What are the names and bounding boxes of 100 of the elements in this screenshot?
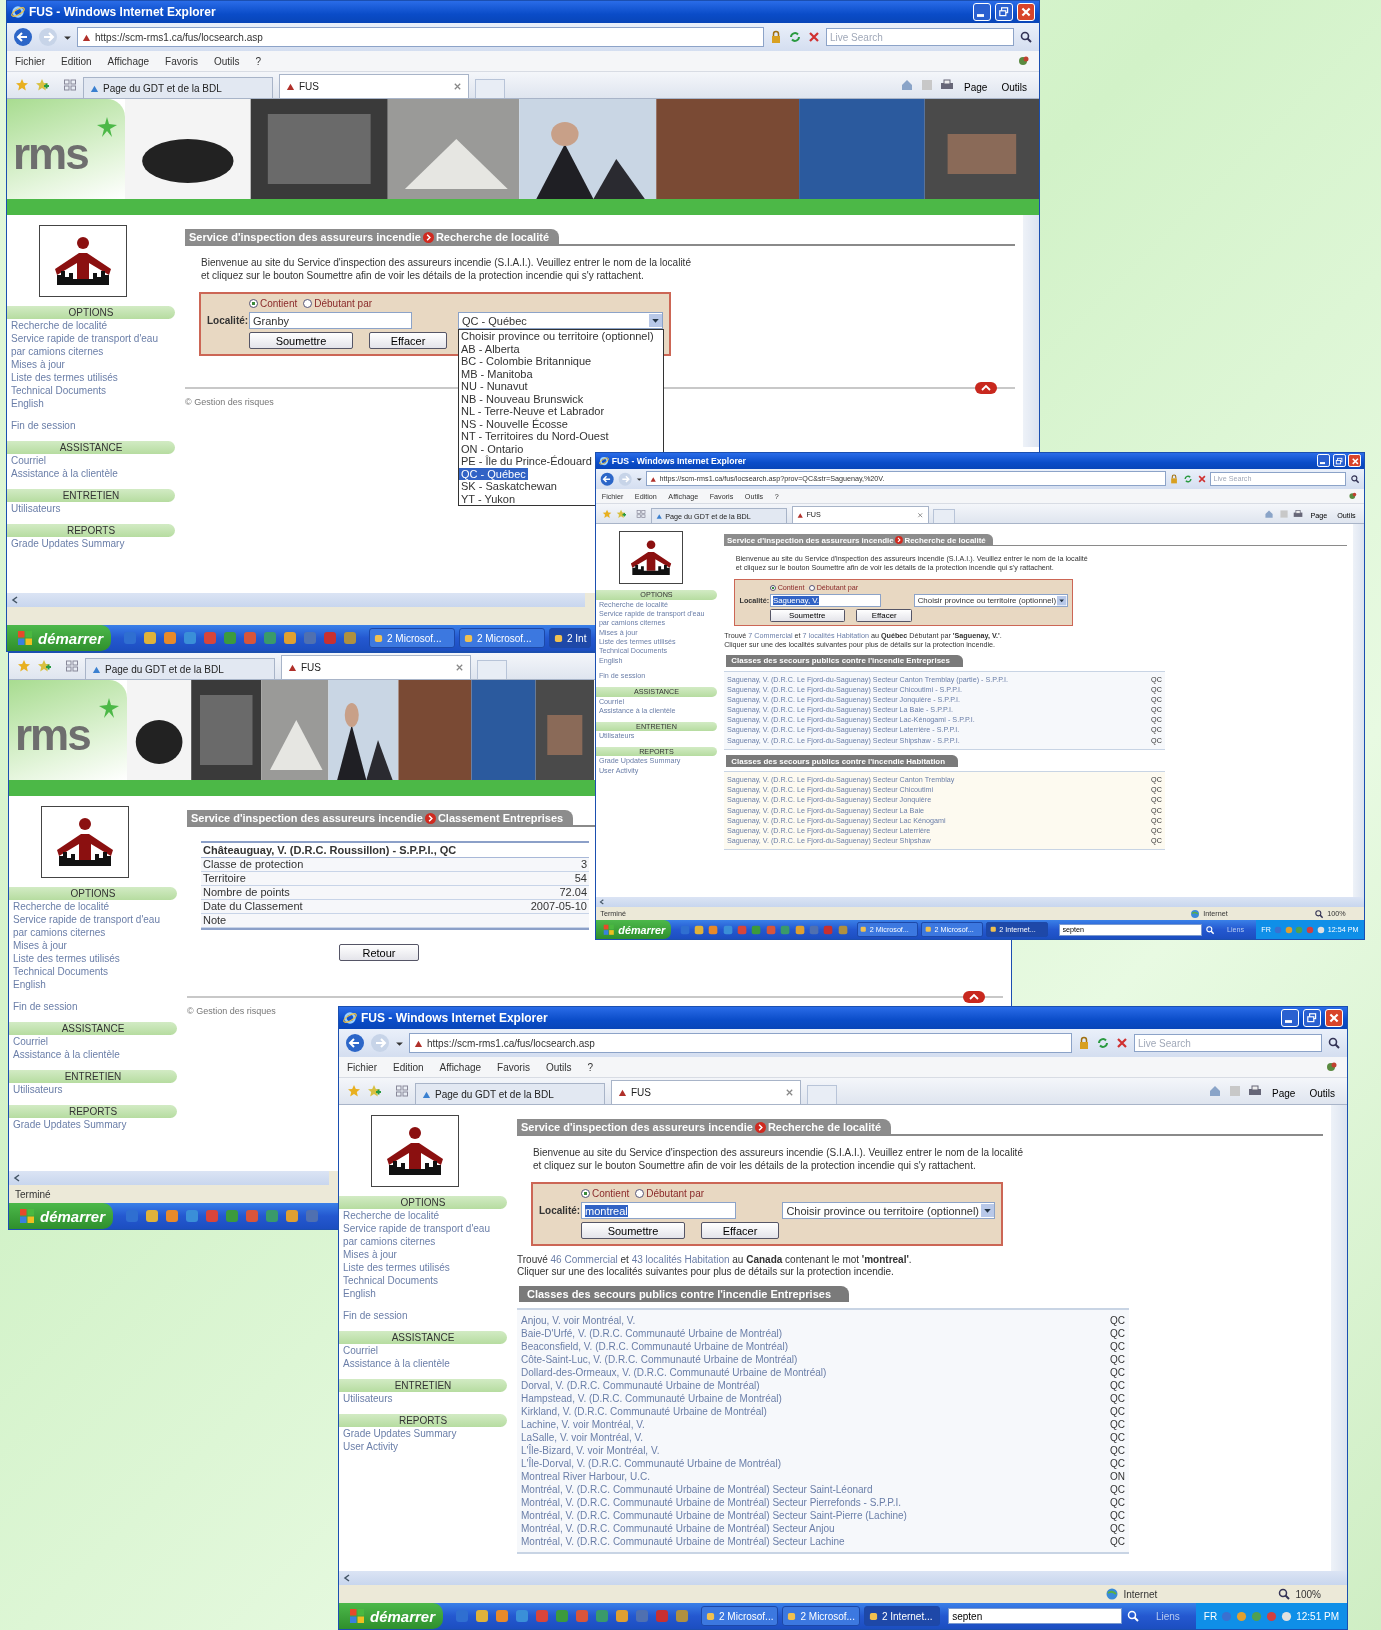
- program-icon[interactable]: [737, 924, 748, 935]
- close-button[interactable]: [1325, 1009, 1343, 1027]
- stop-icon[interactable]: [807, 30, 821, 44]
- feeds-icon[interactable]: [920, 78, 935, 92]
- sidebar-link[interactable]: Courriel: [9, 1035, 163, 1048]
- start-button[interactable]: démarrer: [9, 1203, 113, 1229]
- program-icon[interactable]: [455, 1609, 469, 1623]
- sidebar-link[interactable]: Grade Updates Summary: [7, 537, 161, 550]
- start-button[interactable]: démarrer: [339, 1603, 443, 1629]
- dropdown-option[interactable]: QC - Québec: [459, 467, 528, 480]
- stop-icon[interactable]: [1196, 473, 1207, 484]
- home-icon[interactable]: [1264, 508, 1275, 519]
- locality-link[interactable]: L'Île-Bizard, V. voir Montréal, V.: [521, 1444, 660, 1457]
- search-button[interactable]: [1327, 1036, 1341, 1050]
- program-icon[interactable]: [303, 631, 317, 645]
- program-icon[interactable]: [245, 1209, 259, 1223]
- radio-button[interactable]: Débutant par: [303, 298, 373, 309]
- program-icon[interactable]: [205, 1209, 219, 1223]
- form-button[interactable]: Soumettre: [581, 1222, 685, 1239]
- sidebar-link[interactable]: Service rapide de transport d'eau par camions citernes: [339, 1222, 493, 1248]
- dropdown-option[interactable]: AB - Alberta: [459, 342, 522, 355]
- sidebar-link[interactable]: Utilisateurs: [9, 1083, 163, 1096]
- locality-link[interactable]: Montréal, V. (D.R.C. Communauté Urbaine de Montréal) Secteur Saint-Léonard: [521, 1483, 873, 1496]
- new-tab-button[interactable]: [477, 660, 507, 679]
- vertical-scrollbar[interactable]: [1331, 1105, 1347, 1571]
- taskbar-search-field[interactable]: septen: [948, 1608, 1122, 1624]
- program-icon[interactable]: [823, 924, 834, 935]
- sidebar-link[interactable]: Recherche de localité: [7, 319, 161, 332]
- add-favorite-icon[interactable]: [35, 78, 49, 92]
- form-button[interactable]: Soumettre: [249, 332, 353, 349]
- sidebar-link[interactable]: Mises à jour: [9, 939, 163, 952]
- sidebar-link[interactable]: Courriel: [339, 1344, 493, 1357]
- program-icon[interactable]: [693, 924, 704, 935]
- sidebar-link[interactable]: Service rapide de transport d'eau par camions citernes: [7, 332, 161, 358]
- sidebar-link[interactable]: Assistance à la clientèle: [339, 1357, 493, 1370]
- locality-link[interactable]: Saguenay, V. (D.R.C. Le Fjord-du-Saguenay) Secteur Jonquière: [727, 795, 932, 806]
- dropdown-option[interactable]: YT - Yukon: [459, 492, 518, 505]
- program-icon[interactable]: [535, 1609, 549, 1623]
- program-icon[interactable]: [515, 1609, 529, 1623]
- sidebar-link[interactable]: Fin de session: [9, 1000, 163, 1013]
- locality-link[interactable]: Anjou, V. voir Montréal, V.: [521, 1314, 636, 1327]
- program-icon[interactable]: [163, 631, 177, 645]
- toolbar-menu-button[interactable]: Page: [1268, 1088, 1300, 1099]
- program-icon[interactable]: [751, 924, 762, 935]
- locality-link[interactable]: Saguenay, V. (D.R.C. Le Fjord-du-Saguenay) Secteur Lac Kénogami: [727, 815, 946, 826]
- program-icon[interactable]: [679, 924, 690, 935]
- form-button[interactable]: Effacer: [701, 1222, 779, 1239]
- sidebar-link[interactable]: Utilisateurs: [596, 731, 707, 741]
- locality-link[interactable]: Montréal, V. (D.R.C. Communauté Urbaine de Montréal) Secteur Lachine: [521, 1535, 845, 1548]
- browser-tab[interactable]: FUS: [611, 1080, 801, 1104]
- program-icon[interactable]: [305, 1209, 319, 1223]
- program-icon[interactable]: [123, 631, 137, 645]
- taskbar-button[interactable]: 2 Microsof...: [701, 1606, 779, 1626]
- sidebar-link[interactable]: Grade Updates Summary: [339, 1427, 493, 1440]
- program-icon[interactable]: [343, 631, 357, 645]
- taskbar-search-field[interactable]: septen: [1059, 923, 1203, 936]
- province-select[interactable]: Choisir province ou territoire (optionnel): [782, 1202, 995, 1219]
- tray-icon[interactable]: [1236, 1610, 1248, 1622]
- program-icon[interactable]: [837, 924, 848, 935]
- dropdown-option[interactable]: NT - Territoires du Nord-Ouest: [459, 430, 611, 443]
- start-button[interactable]: démarrer: [7, 625, 111, 651]
- back-to-top-button[interactable]: [963, 991, 985, 1003]
- locality-link[interactable]: L'Île-Dorval, V. (D.R.C. Communauté Urbaine de Montréal): [521, 1457, 781, 1470]
- scroll-left-icon[interactable]: [11, 596, 19, 604]
- taskbar-button[interactable]: 2 Internet...: [863, 1606, 941, 1626]
- program-icon[interactable]: [283, 631, 297, 645]
- result-link[interactable]: 7 localités Habitation: [802, 631, 869, 640]
- locality-link[interactable]: Dollard-des-Ormeaux, V. (D.R.C. Communauté Urbaine de Montréal): [521, 1366, 827, 1379]
- locality-link[interactable]: Saguenay, V. (D.R.C. Le Fjord-du-Saguenay) Secteur Laterrière: [727, 825, 931, 836]
- zoom-level[interactable]: 100%: [1295, 1588, 1321, 1600]
- minimize-button[interactable]: [1281, 1009, 1299, 1027]
- sidebar-link[interactable]: Technical Documents: [7, 384, 161, 397]
- restore-button[interactable]: [1303, 1009, 1321, 1027]
- locality-link[interactable]: Montreal River Harbour, U.C.: [521, 1470, 650, 1483]
- locality-link[interactable]: Saguenay, V. (D.R.C. Le Fjord-du-Saguenay) Secteur Laterrière - S.P.P.I.: [727, 725, 960, 736]
- radio-button[interactable]: Débutant par: [635, 1188, 705, 1199]
- sidebar-link[interactable]: Service rapide de transport d'eau par camions citernes: [9, 913, 163, 939]
- horizontal-scrollbar[interactable]: [596, 897, 1364, 908]
- sidebar-link[interactable]: English: [339, 1287, 493, 1300]
- minimize-button[interactable]: [973, 3, 991, 21]
- program-icon[interactable]: [285, 1209, 299, 1223]
- menu-item[interactable]: Outils: [213, 55, 240, 67]
- favorites-star-icon[interactable]: [347, 1084, 361, 1098]
- new-tab-button[interactable]: [932, 509, 956, 524]
- province-select[interactable]: Choisir province ou territoire (optionnel): [914, 594, 1068, 608]
- browser-tab[interactable]: Page du GDT et de la BDL: [415, 1083, 605, 1104]
- radio-button[interactable]: Contient: [581, 1188, 630, 1199]
- menu-item[interactable]: ?: [774, 491, 779, 501]
- browser-tab[interactable]: FUS: [279, 74, 469, 98]
- sidebar-link[interactable]: Liste des termes utilisés: [339, 1261, 493, 1274]
- sidebar-link[interactable]: Fin de session: [339, 1309, 493, 1322]
- dropdown-option[interactable]: ON - Ontario: [459, 442, 526, 455]
- program-icon[interactable]: [125, 1209, 139, 1223]
- locality-link[interactable]: Saguenay, V. (D.R.C. Le Fjord-du-Saguenay) Secteur La Baie: [727, 805, 924, 816]
- close-button[interactable]: [1348, 454, 1362, 468]
- radio-button[interactable]: Contient: [249, 298, 298, 309]
- forward-button[interactable]: [370, 1033, 390, 1053]
- dropdown-option[interactable]: PE - Île du Prince-Édouard: [459, 455, 594, 468]
- sidebar-link[interactable]: Technical Documents: [9, 965, 163, 978]
- toolbar-extension-icon[interactable]: [1325, 1060, 1339, 1074]
